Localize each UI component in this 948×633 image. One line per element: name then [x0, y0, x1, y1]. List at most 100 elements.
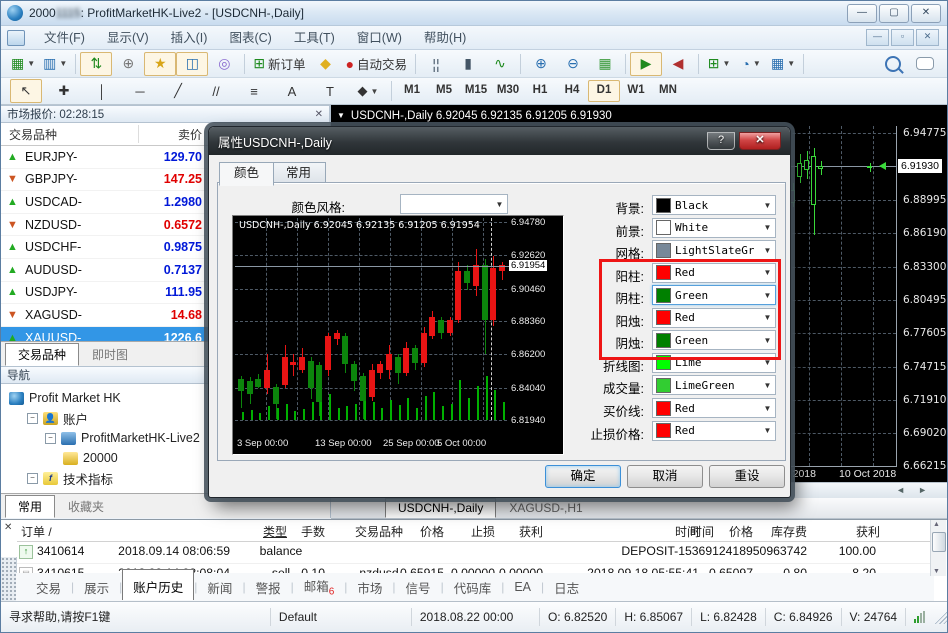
strategy-tester-button[interactable]: ◎: [208, 52, 240, 76]
terminal-vscrollbar[interactable]: ▲ ▼: [930, 520, 946, 576]
new-order-button[interactable]: ⊞新订单: [249, 52, 309, 76]
metaeditor-button[interactable]: ◆: [310, 52, 342, 76]
timeframe-m1-button[interactable]: M1: [396, 80, 428, 102]
label-tool-button[interactable]: T: [314, 79, 346, 103]
bar-chart-mode-button[interactable]: ¦¦: [420, 52, 452, 76]
column-header[interactable]: 时间: [675, 523, 699, 540]
terminal-tab-交易[interactable]: 交易: [26, 574, 71, 601]
fibonacci-tool-button[interactable]: ≡: [238, 79, 270, 103]
mdi-close-button[interactable]: ✕: [916, 29, 939, 46]
market-watch-close-icon[interactable]: ✕: [315, 109, 323, 120]
expand-icon[interactable]: −: [27, 473, 38, 484]
cancel-button[interactable]: 取消: [627, 465, 703, 488]
column-header[interactable]: 订单 /: [21, 523, 52, 540]
column-header[interactable]: 库存费: [771, 523, 807, 540]
column-header[interactable]: 止损: [471, 523, 495, 540]
table-row[interactable]: ↑34106142018.09.14 08:06:59balanceDEPOSI…: [17, 541, 931, 564]
terminal-close-icon[interactable]: ✕: [4, 522, 12, 533]
terminal-tab-展示[interactable]: 展示: [74, 574, 119, 601]
minimize-button[interactable]: —: [847, 4, 877, 23]
channel-tool-button[interactable]: //: [200, 79, 232, 103]
profiles-button[interactable]: ▥▼: [39, 52, 71, 76]
crosshair-tool-button[interactable]: ✚: [48, 79, 80, 103]
text-tool-button[interactable]: A: [276, 79, 308, 103]
scroll-down-icon[interactable]: ▼: [933, 568, 940, 575]
chat-button[interactable]: [909, 52, 941, 76]
market-watch-toggle-button[interactable]: ⇅: [80, 52, 112, 76]
menu-item-3[interactable]: 图表(C): [218, 27, 282, 49]
menu-item-0[interactable]: 文件(F): [33, 27, 96, 49]
menu-item-2[interactable]: 插入(I): [160, 27, 219, 49]
new-chart-button[interactable]: ▦▼: [7, 52, 39, 76]
color-select-10[interactable]: Red▼: [652, 421, 776, 441]
navigator-tab-收藏夹[interactable]: 收藏夹: [55, 495, 117, 518]
timeframe-m5-button[interactable]: M5: [428, 80, 460, 102]
dialog-tab-常用[interactable]: 常用: [271, 162, 326, 184]
chart-tab-XAGUSD-,H1[interactable]: XAGUSD-,H1: [496, 498, 595, 518]
terminal-tab-EA[interactable]: EA: [504, 576, 541, 598]
vertical-line-tool-button[interactable]: │: [86, 79, 118, 103]
mdi-minimize-button[interactable]: —: [866, 29, 889, 46]
reset-button[interactable]: 重设: [709, 465, 785, 488]
chart-tab-USDCNH-,Daily[interactable]: USDCNH-,Daily: [385, 498, 496, 518]
dialog-titlebar[interactable]: 属性USDCNH-,Daily ? ✕: [209, 127, 790, 155]
horizontal-line-tool-button[interactable]: ─: [124, 79, 156, 103]
dialog-close-button[interactable]: ✕: [739, 132, 781, 150]
periods-button[interactable]: ◔▼: [735, 52, 767, 76]
dialog-help-button[interactable]: ?: [707, 132, 735, 150]
autotrading-button[interactable]: ●自动交易: [342, 52, 411, 76]
terminal-tab-市场[interactable]: 市场: [347, 574, 392, 601]
templates-button[interactable]: ▦▼: [767, 52, 799, 76]
menu-item-4[interactable]: 工具(T): [283, 27, 346, 49]
scroll-left-icon[interactable]: ◄: [896, 485, 905, 495]
color-select-0[interactable]: Black▼: [652, 195, 776, 215]
terminal-tab-日志[interactable]: 日志: [544, 574, 589, 601]
color-select-1[interactable]: White▼: [652, 218, 776, 238]
column-header[interactable]: 价格: [420, 523, 444, 540]
column-header[interactable]: 获利: [856, 523, 880, 540]
column-header[interactable]: 类型: [263, 523, 287, 540]
expand-icon[interactable]: −: [45, 433, 56, 444]
terminal-tab-账户历史[interactable]: 账户历史: [122, 569, 194, 600]
column-header[interactable]: 手数: [301, 523, 325, 540]
timeframe-m15-button[interactable]: M15: [460, 80, 492, 102]
scroll-right-icon[interactable]: ►: [918, 485, 927, 495]
color-select-9[interactable]: Red▼: [652, 398, 776, 418]
navigator-toggle-button[interactable]: ★: [144, 52, 176, 76]
close-button[interactable]: ✕: [911, 4, 941, 23]
terminal-tab-信号[interactable]: 信号: [396, 574, 441, 601]
search-button[interactable]: [877, 52, 909, 76]
zoom-out-button[interactable]: ⊖: [557, 52, 589, 76]
column-header[interactable]: 交易品种: [355, 523, 403, 540]
terminal-tab-邮箱[interactable]: 邮箱6: [294, 572, 345, 602]
mdi-restore-button[interactable]: ▫: [891, 29, 914, 46]
color-select-2[interactable]: LightSlateGr▼: [652, 240, 776, 260]
column-header[interactable]: 价格: [729, 523, 753, 540]
menu-item-1[interactable]: 显示(V): [96, 27, 160, 49]
timeframe-d1-button[interactable]: D1: [588, 80, 620, 102]
terminal-tab-代码库[interactable]: 代码库: [444, 574, 502, 601]
cursor-tool-button[interactable]: ↖: [10, 79, 42, 103]
menu-item-6[interactable]: 帮助(H): [413, 27, 477, 49]
color-style-select[interactable]: ▼: [400, 194, 508, 214]
timeframe-h1-button[interactable]: H1: [524, 80, 556, 102]
timeframe-h4-button[interactable]: H4: [556, 80, 588, 102]
scroll-up-icon[interactable]: ▲: [933, 521, 940, 528]
timeframe-mn-button[interactable]: MN: [652, 80, 684, 102]
terminal-toggle-button[interactable]: ◫: [176, 52, 208, 76]
zoom-in-button[interactable]: ⊕: [525, 52, 557, 76]
terminal-tab-警报[interactable]: 警报: [246, 574, 291, 601]
data-window-toggle-button[interactable]: ⊕: [112, 52, 144, 76]
status-profile[interactable]: Default: [271, 608, 412, 626]
market-watch-tab-即时图[interactable]: 即时图: [79, 343, 141, 366]
timeframe-m30-button[interactable]: M30: [492, 80, 524, 102]
column-header[interactable]: 获利: [519, 523, 543, 540]
color-select-8[interactable]: LimeGreen▼: [652, 375, 776, 395]
expand-icon[interactable]: −: [27, 413, 38, 424]
shapes-tool-button[interactable]: ◆▼: [352, 79, 384, 103]
trendline-tool-button[interactable]: ╱: [162, 79, 194, 103]
maximize-button[interactable]: ▢: [879, 4, 909, 23]
auto-scroll-button[interactable]: ▶: [630, 52, 662, 76]
market-watch-tab-交易品种[interactable]: 交易品种: [5, 343, 79, 366]
navigator-tab-常用[interactable]: 常用: [5, 495, 55, 518]
